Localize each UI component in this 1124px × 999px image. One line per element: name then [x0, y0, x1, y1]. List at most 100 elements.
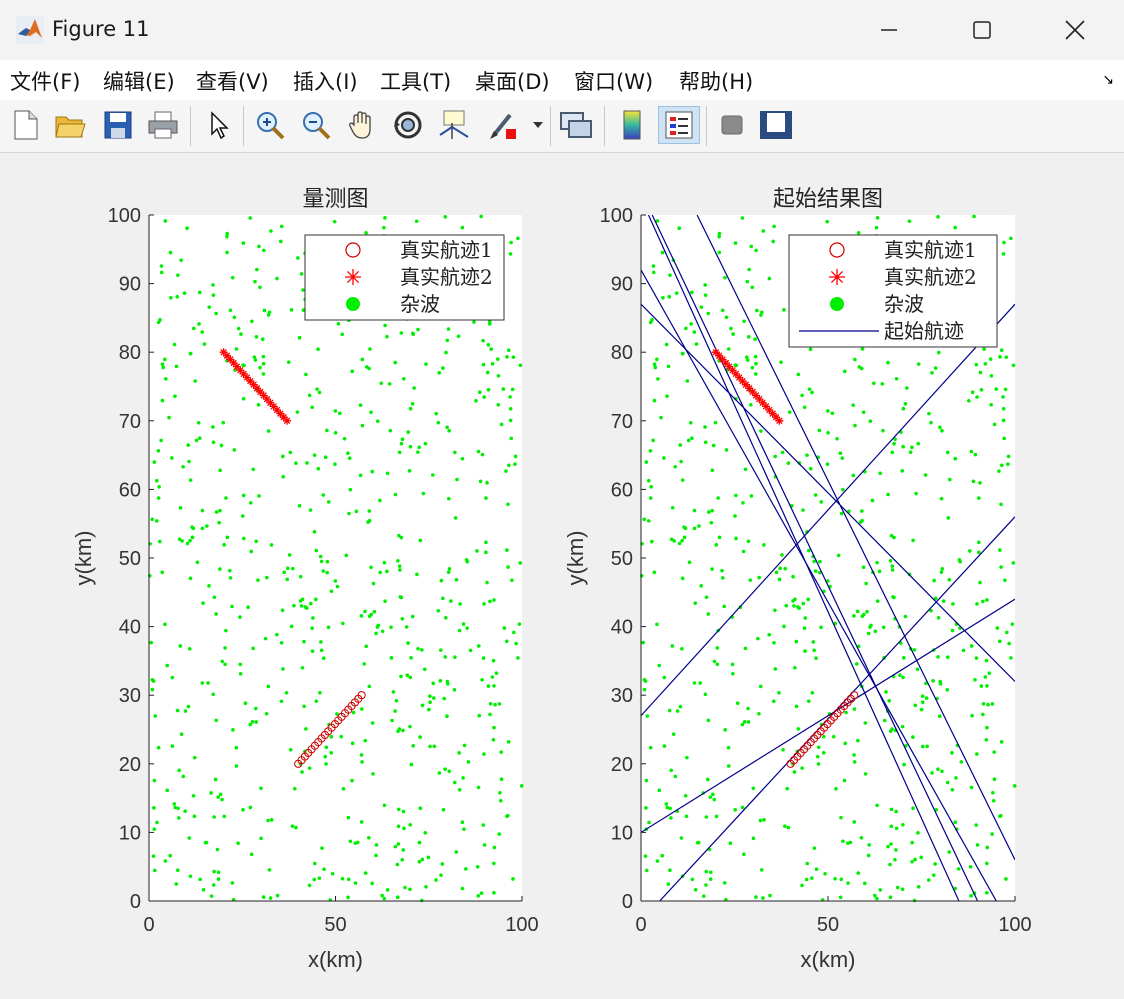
clutter-point	[222, 814, 227, 819]
clutter-point	[1004, 877, 1008, 881]
clutter-point	[712, 659, 717, 664]
clutter-point	[496, 402, 501, 407]
clutter-point	[911, 735, 915, 739]
clutter-point	[362, 662, 367, 666]
clutter-point	[886, 844, 890, 849]
clutter-point	[383, 323, 387, 328]
clutter-point	[817, 428, 822, 433]
brush-button[interactable]	[484, 106, 520, 144]
menu-insert[interactable]: 插入(I)	[293, 66, 358, 96]
clutter-point	[231, 728, 235, 732]
clutter-point	[860, 347, 865, 351]
menu-desktop[interactable]: 桌面(D)	[475, 66, 550, 96]
menu-expand-icon[interactable]: ↘	[1102, 72, 1114, 88]
clutter-point	[312, 453, 317, 457]
clutter-point	[735, 701, 740, 705]
clutter-point	[249, 549, 254, 554]
clutter-point	[821, 734, 826, 739]
save-button[interactable]	[100, 106, 136, 144]
axes-measurement[interactable]: 量测图 x(km) y(km) 0 10 20 30 40 50 60 70 80 90 100 0 5…	[71, 187, 539, 972]
clutter-point	[953, 456, 958, 461]
clutter-point	[367, 509, 372, 513]
brush-dropdown-button[interactable]	[528, 106, 548, 144]
legend-button[interactable]	[658, 106, 700, 144]
pan-button[interactable]	[344, 106, 380, 144]
legend-box[interactable]: 真实航迹1 真实航迹2 杂波	[304, 234, 505, 321]
clutter-point	[787, 410, 792, 414]
clutter-point	[253, 706, 258, 711]
print-button[interactable]	[145, 106, 181, 144]
clutter-point	[316, 466, 321, 471]
zoom-out-button[interactable]	[298, 106, 334, 144]
clutter-point	[662, 675, 667, 680]
clutter-point	[347, 456, 352, 460]
clutter-point	[751, 836, 756, 841]
clutter-point	[297, 335, 302, 340]
y-tick-label: 60	[611, 479, 633, 501]
clutter-point	[985, 598, 989, 602]
clutter-point	[198, 877, 203, 882]
clutter-point	[147, 573, 152, 578]
clutter-point	[971, 479, 976, 484]
toolbar-separator	[190, 106, 191, 146]
link-plot-button[interactable]	[558, 106, 594, 144]
clutter-point	[838, 451, 843, 455]
clutter-point	[961, 648, 966, 653]
clutter-point	[823, 871, 827, 876]
clutter-point	[234, 764, 239, 768]
clutter-point	[912, 648, 917, 652]
clutter-point	[970, 713, 974, 718]
show-plot-tools-button[interactable]	[758, 106, 794, 144]
figure-canvas[interactable]: 量测图 x(km) y(km) 01020304050607080901000 5…	[0, 153, 1124, 995]
clutter-point	[968, 549, 972, 553]
clutter-point	[375, 625, 380, 629]
maximize-button[interactable]	[936, 0, 1028, 60]
clutter-point	[508, 252, 513, 256]
clutter-point	[285, 577, 290, 582]
data-cursor-button[interactable]	[436, 106, 472, 144]
clutter-point	[460, 886, 465, 891]
clutter-point	[687, 560, 692, 565]
close-button[interactable]	[1029, 0, 1121, 60]
clutter-point	[680, 538, 684, 543]
menu-view[interactable]: 查看(V)	[196, 66, 269, 96]
clutter-point	[712, 797, 717, 802]
clutter-point	[402, 376, 406, 381]
clutter-point	[670, 644, 675, 648]
clutter-point	[419, 648, 424, 652]
new-figure-button[interactable]	[8, 106, 44, 144]
clutter-point	[409, 762, 414, 767]
colorbar-button[interactable]	[614, 106, 650, 144]
axes-initiation-result[interactable]: 起始结果图 x(km) y(km) 0 10 20 30 40 50 60 70 80 90 100…	[563, 187, 1032, 972]
menu-edit[interactable]: 编辑(E)	[103, 66, 175, 96]
clutter-point	[668, 868, 672, 873]
clutter-point	[287, 553, 292, 557]
clutter-point	[692, 330, 697, 334]
menu-window[interactable]: 窗口(W)	[574, 66, 653, 96]
edit-plot-button[interactable]	[200, 106, 236, 144]
clutter-point	[815, 754, 820, 759]
hide-plot-tools-button[interactable]	[714, 106, 750, 144]
clutter-point	[794, 639, 799, 644]
zoom-in-button[interactable]	[252, 106, 288, 144]
clutter-point	[814, 867, 819, 872]
clutter-point	[158, 539, 162, 544]
clutter-point	[417, 859, 422, 864]
clutter-point	[280, 608, 285, 613]
clutter-point	[256, 403, 261, 407]
clutter-point	[751, 786, 756, 791]
minimize-button[interactable]	[843, 0, 935, 60]
clutter-point	[369, 565, 373, 570]
clutter-point	[367, 684, 372, 689]
open-file-button[interactable]	[52, 106, 88, 144]
clutter-point	[289, 308, 294, 312]
clutter-point	[945, 655, 950, 659]
rotate-3d-button[interactable]	[390, 106, 426, 144]
clutter-point	[792, 604, 796, 608]
clutter-point	[978, 370, 983, 375]
clutter-point	[969, 785, 974, 790]
legend-box[interactable]: 真实航迹1 真实航迹2 杂波起始航迹	[788, 234, 998, 348]
menu-file[interactable]: 文件(F)	[10, 66, 80, 96]
menu-help[interactable]: 帮助(H)	[679, 66, 753, 96]
menu-tools[interactable]: 工具(T)	[380, 66, 451, 96]
